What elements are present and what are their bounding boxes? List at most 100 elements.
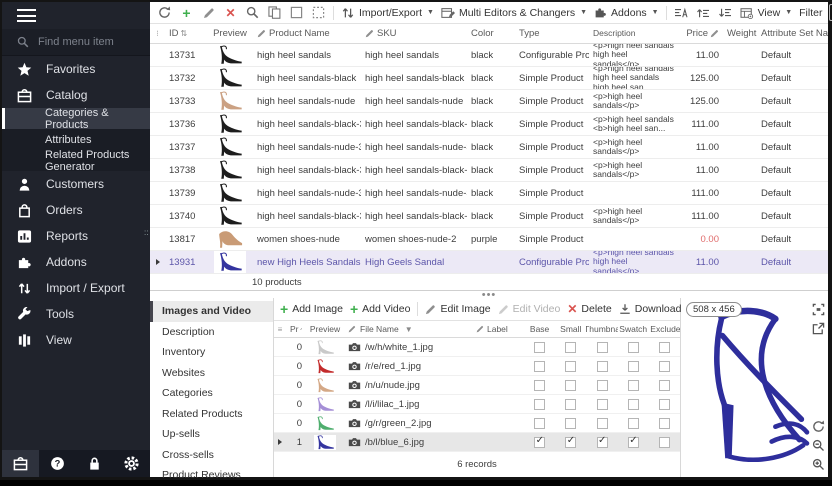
small-checkbox[interactable]	[565, 361, 576, 372]
product-row[interactable]: 13740 high heel sandals-black-38 high he…	[150, 205, 828, 228]
sidebar-item-addons[interactable]: Addons	[2, 249, 150, 275]
column-header-color[interactable]: Color	[467, 24, 515, 43]
product-row[interactable]: 13737 high heel sandals-nude-36 high hee…	[150, 136, 828, 159]
exclude-checkbox[interactable]	[659, 418, 670, 429]
sidebar-item-import-export[interactable]: Import / Export	[2, 275, 150, 301]
row-menu-icon[interactable]: ⁝	[150, 24, 165, 43]
addons-button[interactable]: Addons▼	[594, 6, 659, 19]
exclude-checkbox[interactable]	[659, 361, 670, 372]
column-header-swatch[interactable]: Swatch	[618, 321, 649, 337]
column-header-price[interactable]: Price	[679, 24, 723, 43]
product-row-selected[interactable]: 13931 new High Heels Sandals High Geels …	[150, 251, 828, 274]
image-row[interactable]: 0 /r/e/red_1.jpg	[274, 357, 680, 376]
small-checkbox[interactable]	[565, 399, 576, 410]
tab-description[interactable]: Description	[150, 322, 273, 343]
menu-search-input[interactable]	[38, 36, 134, 48]
column-header-id[interactable]: ID⇅	[165, 24, 207, 43]
help-button[interactable]	[39, 450, 76, 477]
add-image-button[interactable]: +Add Image	[280, 302, 343, 316]
column-header-description[interactable]: Description	[589, 24, 679, 43]
thumbnail-checkbox[interactable]	[597, 361, 608, 372]
sort-options-button[interactable]	[674, 5, 689, 20]
column-header-base[interactable]: Base	[524, 321, 555, 337]
thumbnail-checkbox[interactable]	[597, 342, 608, 353]
image-row[interactable]: 0 /g/r/green_2.jpg	[274, 414, 680, 433]
small-checkbox[interactable]	[565, 380, 576, 391]
image-row[interactable]: 0 /w/h/white_1.jpg	[274, 338, 680, 357]
invert-selection-button[interactable]	[311, 5, 326, 20]
refresh-button[interactable]	[157, 5, 172, 20]
edit-image-button[interactable]: Edit Image	[425, 303, 490, 315]
base-checkbox[interactable]	[534, 380, 545, 391]
image-row-selected[interactable]: 1 /b/l/blue_6.jpg	[274, 433, 680, 452]
exclude-checkbox[interactable]	[659, 342, 670, 353]
tab-related-products[interactable]: Related Products	[150, 404, 273, 425]
sidebar-item-catalog[interactable]: Catalog	[2, 82, 150, 108]
sidebar-item-tools[interactable]: Tools	[2, 301, 150, 327]
column-header-weight[interactable]: Weight	[723, 24, 757, 43]
row-menu-icon[interactable]: ≡	[274, 321, 286, 337]
product-row[interactable]: 13739 high heel sandals-nude-37 high hee…	[150, 182, 828, 205]
product-row[interactable]: 13733 high heel sandals-nude high heel s…	[150, 90, 828, 113]
column-header-pr[interactable]: Pr	[286, 321, 306, 337]
tab-product-reviews[interactable]: Product Reviews	[150, 465, 273, 486]
swatch-checkbox[interactable]	[628, 380, 639, 391]
store-button[interactable]	[2, 450, 39, 477]
edit-video-button[interactable]: Edit Video	[498, 303, 561, 315]
settings-button[interactable]	[113, 450, 150, 477]
thumbnail-checkbox[interactable]	[597, 418, 608, 429]
small-checkbox[interactable]	[565, 437, 576, 448]
swatch-checkbox[interactable]	[628, 399, 639, 410]
swatch-checkbox[interactable]	[628, 342, 639, 353]
column-header-preview[interactable]: Preview	[306, 321, 344, 337]
column-header-type[interactable]: Type	[515, 24, 589, 43]
base-checkbox[interactable]	[534, 399, 545, 410]
tab-up-sells[interactable]: Up-sells	[150, 424, 273, 445]
swatch-checkbox[interactable]	[628, 361, 639, 372]
small-checkbox[interactable]	[565, 342, 576, 353]
tab-inventory[interactable]: Inventory	[150, 342, 273, 363]
column-header-exclude[interactable]: Exclude	[649, 321, 680, 337]
view-button[interactable]: View▼	[740, 7, 793, 19]
product-row[interactable]: 13736 high heel sandals-black-36 high he…	[150, 113, 828, 136]
swatch-checkbox[interactable]	[628, 418, 639, 429]
product-row[interactable]: 13731 high heel sandals high heel sandal…	[150, 44, 828, 67]
base-checkbox[interactable]	[534, 418, 545, 429]
exclude-checkbox[interactable]	[659, 380, 670, 391]
column-header-sku[interactable]: SKU	[361, 24, 467, 43]
base-checkbox[interactable]	[534, 437, 545, 448]
swatch-checkbox[interactable]	[628, 437, 639, 448]
small-checkbox[interactable]	[565, 418, 576, 429]
tab-websites[interactable]: Websites	[150, 363, 273, 384]
image-row[interactable]: 0 /l/i/lilac_1.jpg	[274, 395, 680, 414]
rotate-icon[interactable]	[811, 419, 825, 433]
open-external-button[interactable]	[811, 321, 825, 335]
sidebar-item-orders[interactable]: Orders	[2, 197, 150, 223]
search-products-button[interactable]	[245, 5, 260, 20]
image-row[interactable]: 0 /n/u/nude.jpg	[274, 376, 680, 395]
sidebar-item-view[interactable]: View	[2, 327, 150, 353]
sidebar-item-favorites[interactable]: Favorites	[2, 56, 150, 82]
base-checkbox[interactable]	[534, 342, 545, 353]
column-header-label[interactable]: Label	[472, 321, 524, 337]
fit-to-window-button[interactable]	[811, 302, 825, 316]
column-header-file-name[interactable]: File Name▼	[344, 321, 472, 337]
duplicate-button[interactable]	[267, 5, 282, 20]
column-header-small[interactable]: Small	[555, 321, 586, 337]
multi-editors-button[interactable]: Multi Editors & Changers▼	[441, 6, 587, 20]
product-row[interactable]: 13817 women shoes-nude women shoes-nude-…	[150, 228, 828, 251]
uncheck-all-button[interactable]	[289, 5, 304, 20]
horizontal-splitter[interactable]: •••	[150, 291, 828, 298]
import-export-button[interactable]: Import/Export▼	[341, 6, 434, 20]
tab-cross-sells[interactable]: Cross-sells	[150, 445, 273, 466]
base-checkbox[interactable]	[534, 361, 545, 372]
edit-product-button[interactable]	[201, 5, 216, 20]
tab-images-and-video[interactable]: Images and Video	[150, 301, 273, 322]
column-header-attribute-set[interactable]: Attribute Set Name	[757, 24, 828, 43]
move-up-button[interactable]	[696, 5, 711, 20]
zoom-out-icon[interactable]	[811, 438, 825, 452]
product-row[interactable]: 13732 high heel sandals-black high heel …	[150, 67, 828, 90]
thumbnail-checkbox[interactable]	[597, 399, 608, 410]
delete-product-button[interactable]: ✕	[223, 5, 238, 20]
column-header-preview[interactable]: Preview	[207, 24, 253, 43]
